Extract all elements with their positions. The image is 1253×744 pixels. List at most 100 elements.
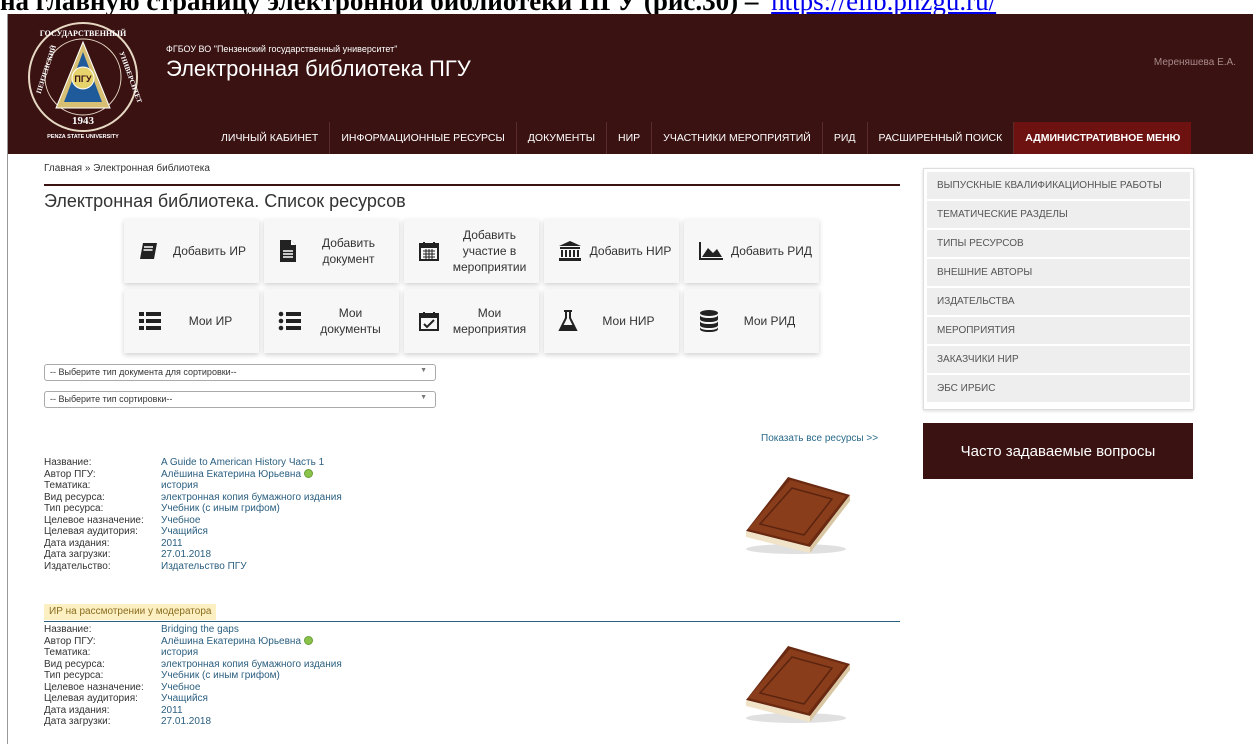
field-label: Название: [44,457,92,468]
nav-item-event-participants[interactable]: УЧАСТНИКИ МЕРОПРИЯТИЙ [651,122,822,154]
field-label: Дата издания: [44,537,110,549]
resource-purpose: Учебное [161,681,201,693]
organization-name: ФГБОУ ВО "Пензенский государственный уни… [166,44,398,54]
tile-label: Добавить документ [321,236,376,266]
side-item-topic-sections[interactable]: ТЕМАТИЧЕСКИЕ РАЗДЕЛЫ [927,201,1190,228]
nav-item-advanced-search[interactable]: РАСШИРЕННЫЙ ПОИСК [866,122,1014,154]
field-label: Тематика: [44,647,91,658]
main-nav: ЛИЧНЫЙ КАБИНЕТ ИНФОРМАЦИОННЫЕ РЕСУРСЫ ДО… [210,122,1192,154]
database-icon [700,310,718,332]
book-cover-image[interactable] [740,469,856,555]
side-item-ebs-irbis[interactable]: ЭБС ИРБИС [927,375,1190,402]
show-all-link[interactable]: Показать все ресурсы >> [761,433,878,444]
my-events-button[interactable]: Мои мероприятия [404,289,539,353]
resource-audience: Учащийся [161,526,208,537]
breadcrumb[interactable]: Главная » Электронная библиотека [44,163,210,174]
page-title: Электронная библиотека. Список ресурсов [44,191,406,211]
field-label: Тематика: [44,480,91,491]
my-rid-button[interactable]: Мои РИД [684,289,819,353]
resource-type: Учебник (с иным грифом) [161,670,280,681]
area-chart-icon [699,242,723,260]
nav-item-cabinet[interactable]: ЛИЧНЫЙ КАБИНЕТ [210,122,329,154]
my-nir-button[interactable]: Мои НИР [544,289,679,353]
doc-type-select[interactable]: -- Выберите тип документа для сортировки… [44,364,436,381]
info-icon[interactable] [304,635,314,645]
side-item-publishers[interactable]: ИЗДАТЕЛЬСТВА [927,288,1190,315]
side-item-nir-customers[interactable]: ЗАКАЗЧИКИ НИР [927,346,1190,373]
field-label: Дата загрузки: [44,716,111,727]
tile-label: Добавить РИД [730,244,813,258]
field-label: Целевое назначение: [44,514,144,526]
resource-audience: Учащийся [161,693,208,704]
university-logo[interactable]: ГОСУДАРСТВЕННЫЙ ПЕНЗЕНСКИЙ УНИВЕРСИТЕТ П… [22,20,144,142]
list-ul-icon [278,311,301,331]
calendar-check-icon [419,312,439,331]
side-item-graduation-works[interactable]: ВЫПУСКНЫЕ КВАЛИФИКАЦИОННЫЕ РАБОТЫ [927,172,1190,199]
nav-item-info-resources[interactable]: ИНФОРМАЦИОННЫЕ РЕСУРСЫ [329,122,515,154]
side-item-resource-types[interactable]: ТИПЫ РЕСУРСОВ [927,230,1190,257]
nav-item-rid[interactable]: РИД [821,122,867,154]
resource-publisher: Издательство ПГУ [161,560,247,572]
book-cover-image[interactable] [740,638,856,724]
resource-purpose: Учебное [161,514,201,526]
field-label: Вид ресурса: [44,491,105,503]
logo-bottom: PENZA STATE UNIVERSITY [47,134,119,140]
resource-title[interactable]: A Guide to American History Часть 1 [161,457,324,469]
calendar-icon [419,242,439,261]
tile-label: Добавить НИР [589,244,672,258]
my-ir-button[interactable]: Мои ИР [124,289,259,353]
logo-ring-top: ГОСУДАРСТВЕННЫЙ [40,29,127,38]
field-label: Тип ресурса: [44,670,104,681]
action-tiles: Добавить ИР Добавить документ Добавить у… [124,219,824,363]
resource-title[interactable]: Bridging the gaps [161,624,239,636]
doc-type-select-value: -- Выберите тип документа для сортировки… [50,367,237,377]
tile-label: Мои документы [320,306,381,336]
field-label: Целевая аудитория: [44,693,138,704]
field-label: Целевая аудитория: [44,526,138,537]
nav-item-documents[interactable]: ДОКУМЕНТЫ [515,122,606,154]
faq-button[interactable]: Часто задаваемые вопросы [923,423,1193,479]
field-label: Название: [44,624,92,635]
tile-label: Мои НИР [602,314,655,328]
field-label: Вид ресурса: [44,658,105,670]
document-icon [280,240,296,262]
nav-item-admin-menu[interactable]: АДМИНИСТРАТИВНОЕ МЕНЮ [1013,122,1192,154]
info-icon[interactable] [304,468,314,478]
nav-item-nir[interactable]: НИР [606,122,651,154]
status-badge: ИР на рассмотрении у модератора [44,604,217,620]
tile-label: Мои мероприятия [452,306,527,336]
app-title[interactable]: Электронная библиотека ПГУ [166,56,471,82]
my-documents-button[interactable]: Мои документы [264,289,399,353]
title-divider [44,184,900,186]
list-icon [139,312,161,330]
side-item-events[interactable]: МЕРОПРИЯТИЯ [927,317,1190,344]
add-nir-button[interactable]: Добавить НИР [544,219,679,283]
sort-type-select[interactable]: -- Выберите тип сортировки-- ▼ [44,391,436,408]
admin-side-menu: ВЫПУСКНЫЕ КВАЛИФИКАЦИОННЫЕ РАБОТЫ ТЕМАТИ… [923,168,1194,410]
resource-pub-date: 2011 [161,537,183,549]
browser-page: ГОСУДАРСТВЕННЫЙ ПЕНЗЕНСКИЙ УНИВЕРСИТЕТ П… [7,14,1253,744]
side-item-external-authors[interactable]: ВНЕШНИЕ АВТОРЫ [927,259,1190,286]
resource-topic: история [161,647,199,658]
resource-pub-date: 2011 [161,704,183,716]
tile-label: Мои ИР [188,314,233,328]
logo-year: 1943 [72,115,95,127]
field-label: Автор ПГУ: [44,635,96,647]
tile-label: Добавить участие в мероприятии [452,228,527,274]
tile-label: Добавить ИР [173,244,246,258]
resource-kind: электронная копия бумажного издания [161,658,342,670]
institution-icon [559,241,581,261]
user-name[interactable]: Мереняшева Е.А. [1154,57,1236,68]
resource-author[interactable]: Алёшина Екатерина Юрьевна [161,636,301,647]
field-label: Дата загрузки: [44,549,111,560]
field-label: Целевое назначение: [44,681,144,693]
field-label: Автор ПГУ: [44,468,96,480]
add-event-participation-button[interactable]: Добавить участие в мероприятии [404,219,539,283]
resource-upload-date: 27.01.2018 [161,549,212,560]
resource-author[interactable]: Алёшина Екатерина Юрьевна [161,469,301,480]
add-ir-button[interactable]: Добавить ИР [124,219,259,283]
add-rid-button[interactable]: Добавить РИД [684,219,819,283]
add-document-button[interactable]: Добавить документ [264,219,399,283]
logo-emblem: ПГУ [74,74,92,84]
tile-label: Мои РИД [743,314,796,328]
